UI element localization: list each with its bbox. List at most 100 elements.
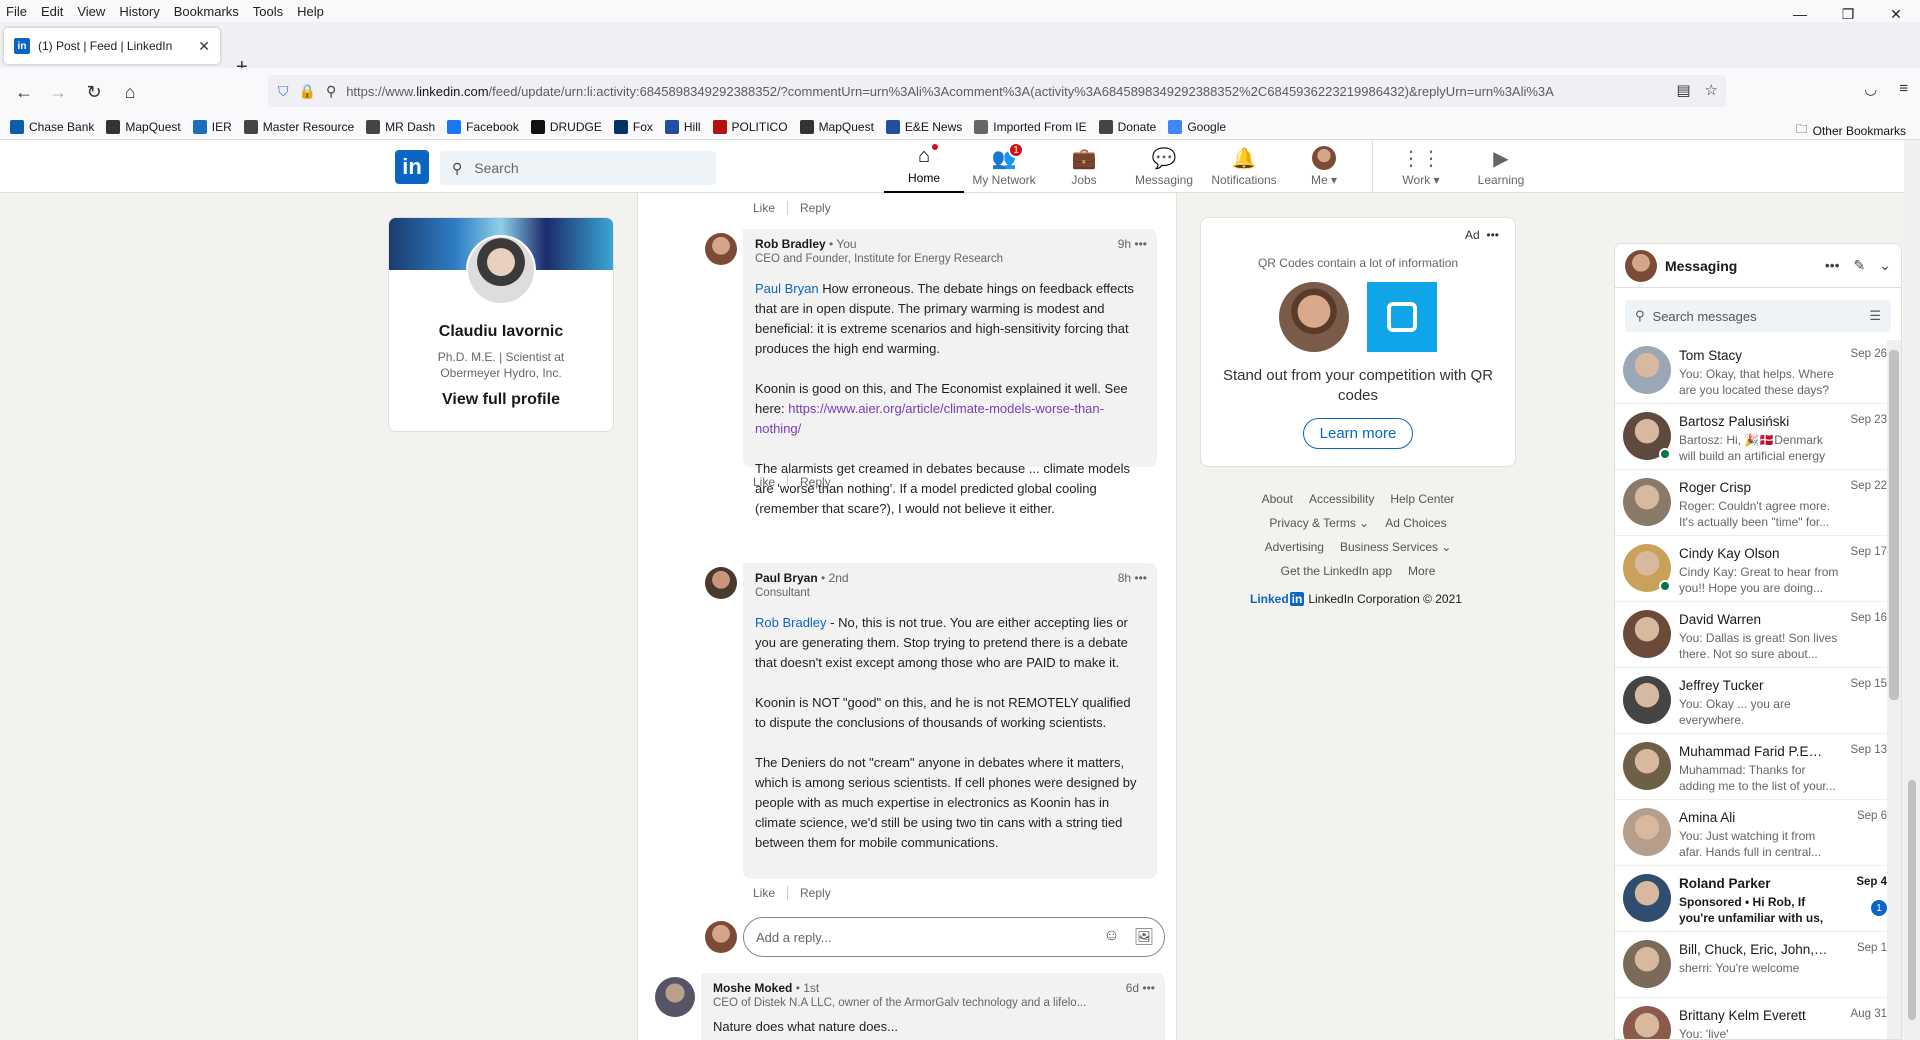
bookmark-item[interactable]: IER [192, 119, 232, 134]
comment-author[interactable]: Moshe Moked • 1st [713, 981, 1153, 995]
conversation-item[interactable]: Jeffrey Tucker Sep 15 You: Okay ... you ar… [1615, 668, 1901, 734]
permissions-icon[interactable]: ⚲ [326, 83, 336, 100]
view-full-profile-link[interactable]: View full profile [389, 391, 613, 409]
nav-my-network[interactable]: 👥 1 My Network [964, 140, 1044, 193]
mention-link[interactable]: Paul Bryan [755, 281, 819, 296]
pocket-icon[interactable]: ◡ [1864, 80, 1877, 98]
menu-view[interactable]: View [77, 4, 105, 19]
page-scrollbar[interactable] [1904, 140, 1920, 1040]
nav-notifications[interactable]: 🔔 Notifications [1204, 140, 1284, 193]
article-link[interactable]: https://www.aier.org/article/climate-mod… [755, 401, 1104, 436]
like-button[interactable]: Like [753, 475, 775, 489]
nav-jobs[interactable]: 💼 Jobs [1044, 140, 1124, 193]
footer-ad-choices[interactable]: Ad Choices [1385, 516, 1446, 530]
conversation-item[interactable]: Amina Ali Sep 6 You: Just watching it from… [1615, 800, 1901, 866]
reader-view-icon[interactable]: ▤ [1676, 81, 1690, 99]
conversation-item[interactable]: David Warren Sep 16 You: Dallas is great! … [1615, 602, 1901, 668]
image-icon[interactable]: 🖼 [1134, 927, 1154, 947]
commenter-avatar[interactable] [705, 233, 737, 265]
commenter-avatar[interactable] [705, 567, 737, 599]
reply-button[interactable]: Reply [800, 886, 831, 900]
menu-history[interactable]: History [119, 4, 159, 19]
more-options-icon[interactable]: ••• [1134, 571, 1147, 585]
bookmark-item[interactable]: MapQuest [799, 119, 874, 134]
menu-bookmarks[interactable]: Bookmarks [174, 4, 239, 19]
linkedin-logo-icon[interactable]: in [395, 150, 429, 184]
conversation-item[interactable]: Bartosz Palusiński Sep 23 Bartosz: Hi, 🎉🇩🇰… [1615, 404, 1901, 470]
conversation-item[interactable]: Roger Crisp Sep 22 Roger: Couldn't agree m… [1615, 470, 1901, 536]
footer-privacy[interactable]: Privacy & Terms ⌄ [1269, 516, 1369, 530]
forward-arrow-icon[interactable]: → [44, 78, 72, 106]
bookmark-item[interactable]: Donate [1098, 119, 1156, 134]
menu-help[interactable]: Help [297, 4, 324, 19]
footer-help-center[interactable]: Help Center [1390, 492, 1454, 506]
more-options-icon[interactable]: ••• [1134, 237, 1147, 251]
footer-get-app[interactable]: Get the LinkedIn app [1281, 564, 1392, 578]
emoji-icon[interactable]: ☺ [1103, 927, 1119, 947]
bookmark-item[interactable]: Google [1168, 119, 1226, 134]
nav-messaging[interactable]: 💬 Messaging [1124, 140, 1204, 193]
bookmark-star-icon[interactable]: ☆ [1705, 81, 1718, 99]
messaging-scrollbar[interactable] [1887, 340, 1901, 1039]
menu-file[interactable]: File [6, 4, 27, 19]
nav-home[interactable]: ⌂ Home [884, 140, 964, 193]
bookmark-item[interactable]: Imported From IE [974, 119, 1087, 134]
compose-icon[interactable]: ✎ [1854, 257, 1866, 274]
home-icon[interactable]: ⌂ [116, 78, 144, 106]
url-text[interactable]: https://www.linkedin.com/feed/update/urn… [346, 84, 1726, 99]
conversation-item[interactable]: Cindy Kay Olson Sep 17 Cindy Kay: Great to… [1615, 536, 1901, 602]
conversation-item[interactable]: Tom Stacy Sep 26 You: Okay, that helps. Wh… [1615, 338, 1901, 404]
back-arrow-icon[interactable]: ← [10, 78, 38, 106]
linkedin-search-input[interactable]: ⚲ Search [440, 151, 716, 185]
conversation-item[interactable]: Roland Parker Sep 4 Sponsored • Hi Rob, If… [1615, 866, 1901, 932]
commenter-avatar[interactable] [655, 977, 695, 1017]
reply-input[interactable]: Add a reply... ☺ 🖼 [743, 917, 1165, 957]
menu-tools[interactable]: Tools [253, 4, 283, 19]
bookmark-item[interactable]: POLITICO [712, 119, 788, 134]
menu-edit[interactable]: Edit [41, 4, 63, 19]
bookmark-item[interactable]: Fox [613, 119, 653, 134]
conversation-item[interactable]: Brittany Kelm Everett Aug 31 You: 'live' [1615, 998, 1901, 1039]
bookmark-item[interactable]: Chase Bank [10, 119, 94, 134]
profile-name[interactable]: Claudiu Iavornic [389, 323, 613, 341]
message-search-input[interactable]: ⚲ Search messages ☰ [1625, 300, 1891, 332]
reply-button[interactable]: Reply [800, 201, 831, 215]
footer-more[interactable]: More [1408, 564, 1435, 578]
bookmark-item[interactable]: MapQuest [106, 119, 181, 134]
nav-work[interactable]: ⋮⋮ Work ▾ [1381, 140, 1461, 193]
bookmark-item[interactable]: Facebook [447, 119, 519, 134]
bookmark-item[interactable]: E&E News [885, 119, 962, 134]
bookmark-item[interactable]: MR Dash [366, 119, 435, 134]
tracking-shield-icon[interactable]: ⛉ [278, 83, 289, 100]
other-bookmarks[interactable]: 🗀 Other Bookmarks [1796, 120, 1906, 141]
footer-advertising[interactable]: Advertising [1265, 540, 1324, 554]
profile-avatar[interactable] [466, 235, 536, 305]
footer-accessibility[interactable]: Accessibility [1309, 492, 1374, 506]
conversation-item[interactable]: Muhammad Farid P.Eng ... Sep 13 Muhammad: … [1615, 734, 1901, 800]
footer-business-services[interactable]: Business Services ⌄ [1340, 540, 1451, 554]
tab-close-icon[interactable]: ✕ [198, 38, 210, 55]
bookmark-item[interactable]: DRUDGE [530, 119, 602, 134]
learn-more-button[interactable]: Learn more [1302, 418, 1414, 449]
comment-author[interactable]: Paul Bryan • 2nd [755, 571, 1145, 585]
bookmark-item[interactable]: Master Resource [243, 119, 354, 134]
app-menu-icon[interactable]: ≡ [1899, 80, 1908, 98]
more-options-icon[interactable]: ••• [1142, 981, 1155, 995]
nav-me[interactable]: Me ▾ [1284, 140, 1364, 193]
filter-icon[interactable]: ☰ [1869, 308, 1881, 324]
conversation-item[interactable]: Bill, Chuck, Eric, John, Joh... Sep 1 sher… [1615, 932, 1901, 998]
comment-author[interactable]: Rob Bradley • You [755, 237, 1145, 251]
more-options-icon[interactable]: ••• [1825, 257, 1840, 274]
mention-link[interactable]: Rob Bradley [755, 615, 827, 630]
reload-icon[interactable]: ↻ [80, 78, 108, 106]
lock-icon[interactable]: 🔒 [299, 83, 316, 100]
like-button[interactable]: Like [753, 201, 775, 215]
chevron-down-icon[interactable]: ⌄ [1879, 257, 1891, 274]
browser-tab-active[interactable]: in (1) Post | Feed | LinkedIn ✕ [4, 28, 220, 64]
messaging-header[interactable]: Messaging ••• ✎ ⌄ [1615, 244, 1901, 288]
more-options-icon[interactable]: ••• [1486, 228, 1499, 242]
footer-about[interactable]: About [1262, 492, 1293, 506]
reply-button[interactable]: Reply [800, 475, 831, 489]
url-bar[interactable]: ⛉ 🔒 ⚲ https://www.linkedin.com/feed/upda… [268, 75, 1726, 107]
like-button[interactable]: Like [753, 886, 775, 900]
